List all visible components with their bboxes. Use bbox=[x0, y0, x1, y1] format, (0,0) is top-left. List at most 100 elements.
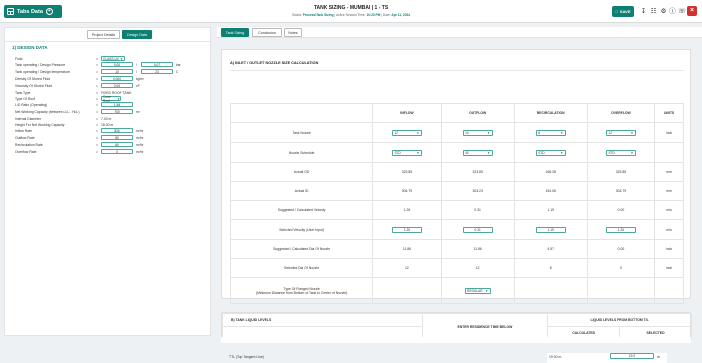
table-row: Selected Dia Of Nozzle 12 12 8 0 inch bbox=[229, 258, 684, 278]
table-row: Suggested / Calculated Dia Of Nozzle 11.… bbox=[229, 239, 684, 259]
header-outflow: OUTFLOW bbox=[440, 103, 515, 123]
tank-sizing-panel: Tank Sizing Conclusion Notes A) INLET / … bbox=[217, 27, 702, 363]
header-blank bbox=[229, 103, 374, 123]
sitemap-icon[interactable]: ☷ bbox=[650, 8, 657, 15]
tab-notes[interactable]: Notes bbox=[284, 28, 302, 37]
unit-cell: m/s bbox=[654, 200, 684, 220]
cell-value: 0.00 bbox=[586, 239, 656, 259]
unit-cell: mm bbox=[654, 181, 684, 201]
flange-type-outflow-select[interactable]: REGULAR ▼ bbox=[464, 287, 491, 294]
unit-cell bbox=[654, 142, 684, 163]
cell-value: 12 bbox=[440, 258, 515, 278]
cell-value: 12 bbox=[372, 258, 442, 278]
cell-value: 11.86 bbox=[372, 239, 442, 259]
chevron-down-icon: ▼ bbox=[560, 130, 564, 135]
cell-value: 304.79 bbox=[372, 181, 442, 201]
unit-cell: inch bbox=[654, 122, 684, 143]
cell-value: 303.23 bbox=[440, 181, 515, 201]
ttl-calculated-value: 19.00 m bbox=[549, 355, 562, 359]
operating-temperature-input[interactable]: 10 bbox=[101, 69, 133, 74]
close-button[interactable]: × bbox=[687, 6, 697, 16]
inflow-rate-input[interactable]: 830 bbox=[101, 128, 133, 133]
unit-cell: inch bbox=[654, 239, 684, 259]
velocity-overflow-input[interactable]: 1.26 bbox=[605, 226, 636, 233]
schedule-outflow-select[interactable]: 40 ▼ bbox=[462, 149, 493, 156]
overflow-rate-input[interactable]: 0 bbox=[101, 149, 133, 154]
operating-pressure-input[interactable]: 0.00 bbox=[101, 62, 133, 67]
section-b-title: B) TANK LIQUID LEVELS bbox=[222, 313, 423, 327]
gear-icon[interactable]: ⚙ bbox=[660, 8, 667, 15]
table-row: Suggested / Calculated Velocity 1.26 0.3… bbox=[229, 200, 684, 220]
cell-value: 323.85 bbox=[440, 162, 515, 182]
cell-value: 1.26 bbox=[372, 200, 442, 220]
cell-value: 4.57 bbox=[513, 239, 588, 259]
section-a-title: A) INLET / OUTLET NOZZLE SIZE CALCULATIO… bbox=[230, 61, 319, 65]
cell-value: 1.19 bbox=[513, 200, 588, 220]
page-title: TANK SIZING - MUMBAI | 1 - TS bbox=[313, 5, 389, 11]
cell-value: 154.06 bbox=[513, 181, 588, 201]
ttl-selected-input[interactable]: 19.0 bbox=[610, 353, 654, 359]
cell-value bbox=[372, 277, 442, 304]
velocity-inflow-input[interactable]: 1.26 bbox=[391, 226, 422, 233]
cell-value bbox=[513, 277, 588, 304]
row-label: Suggested / Calculated Dia Of Nozzle bbox=[229, 239, 374, 259]
row-label: Selected Dia Of Nozzle bbox=[229, 258, 374, 278]
table-row: Nozzle Schedule STD ▼ 40 ▼ STD ▼ STD ▼ bbox=[229, 142, 684, 163]
chevron-down-icon: ▼ bbox=[416, 130, 420, 135]
tab-design-data[interactable]: Design Data bbox=[122, 30, 152, 39]
cell-value: 0 bbox=[586, 258, 656, 278]
tab-project-details[interactable]: Project Details bbox=[87, 30, 120, 39]
row-label: Suggested / Calculated Velocity bbox=[229, 200, 374, 220]
cell-value: 304.79 bbox=[586, 181, 656, 201]
tank-nozzle-inflow-select[interactable]: 12 ▼ bbox=[391, 129, 422, 136]
recirculation-rate-input[interactable]: 80 bbox=[101, 142, 133, 147]
header-recirculation: RECIRCULATION bbox=[513, 103, 588, 123]
headset-icon[interactable]: ☏ bbox=[678, 8, 686, 15]
row-label: Actual OD bbox=[229, 162, 374, 182]
velocity-outflow-input[interactable]: 0.31 bbox=[462, 226, 493, 233]
chevron-down-icon: ▼ bbox=[630, 150, 634, 155]
design-temperature-input[interactable]: 23 bbox=[141, 69, 173, 74]
help-icon[interactable]: ⓘ bbox=[669, 8, 676, 15]
top-bar: Tabs Data + TANK SIZING - MUMBAI | 1 - T… bbox=[0, 0, 702, 23]
tank-nozzle-outflow-select[interactable]: 10 ▼ bbox=[462, 129, 493, 136]
save-icon: □ bbox=[615, 9, 618, 14]
roof-type-select[interactable]: Cone Roof ▼ bbox=[101, 95, 121, 103]
cell-value: 323.85 bbox=[372, 162, 442, 182]
net-capacity-input[interactable]: 700 bbox=[101, 109, 133, 114]
outflow-rate-input[interactable]: 80 bbox=[101, 135, 133, 140]
ld-ratio-input[interactable]: 1.98 bbox=[101, 102, 133, 107]
tab-tank-sizing[interactable]: Tank Sizing bbox=[221, 28, 249, 37]
schedule-recirculation-select[interactable]: STD ▼ bbox=[535, 149, 566, 156]
unit-cell: m/s bbox=[654, 219, 684, 240]
chevron-down-icon: ▼ bbox=[560, 150, 564, 155]
schedule-overflow-select[interactable]: STD ▼ bbox=[605, 149, 636, 156]
header-overflow: OVERFLOW bbox=[586, 103, 656, 123]
unit-cell: mm bbox=[654, 162, 684, 182]
fluid-select[interactable]: CLASS-UV ▼ bbox=[101, 56, 125, 61]
header-units: UNITS bbox=[654, 103, 684, 123]
table-row: Selected Velocity (User Input) 1.26 0.31… bbox=[229, 219, 684, 240]
tank-nozzle-overflow-select[interactable]: 12 ▼ bbox=[605, 129, 636, 136]
schedule-inflow-select[interactable]: STD ▼ bbox=[391, 149, 422, 156]
header-inflow: INFLOW bbox=[372, 103, 442, 123]
unit-cell bbox=[654, 277, 684, 304]
cell-value: 168.28 bbox=[513, 162, 588, 182]
save-button[interactable]: □ SAVE bbox=[612, 6, 634, 17]
row-label: Selected Velocity (User Input) bbox=[229, 219, 374, 240]
design-pressure-input[interactable]: 0.07 bbox=[141, 62, 173, 67]
tank-nozzle-recirculation-select[interactable]: 8 ▼ bbox=[535, 129, 566, 136]
design-data-panel: Project Details Design Data 1) DESIGN DA… bbox=[4, 27, 211, 336]
table-row: Actual OD 323.85 323.85 168.28 323.85 mm bbox=[229, 162, 684, 182]
chevron-down-icon: ▼ bbox=[487, 130, 491, 135]
tab-conclusion[interactable]: Conclusion bbox=[252, 28, 282, 37]
ttl-selected-unit: m bbox=[657, 355, 660, 359]
cell-value: 0.00 bbox=[586, 200, 656, 220]
velocity-recirculation-input[interactable]: 1.19 bbox=[535, 226, 566, 233]
density-input[interactable]: 0.000 bbox=[101, 76, 133, 81]
download-icon[interactable]: ↧ bbox=[640, 8, 647, 15]
page-subtitle: Status: Process/Tank Sizing | Active Ses… bbox=[291, 13, 411, 17]
chevron-down-icon: ▼ bbox=[630, 130, 634, 135]
viscosity-input[interactable]: 0.00 bbox=[101, 83, 133, 88]
row-label: Actual ID bbox=[229, 181, 374, 201]
